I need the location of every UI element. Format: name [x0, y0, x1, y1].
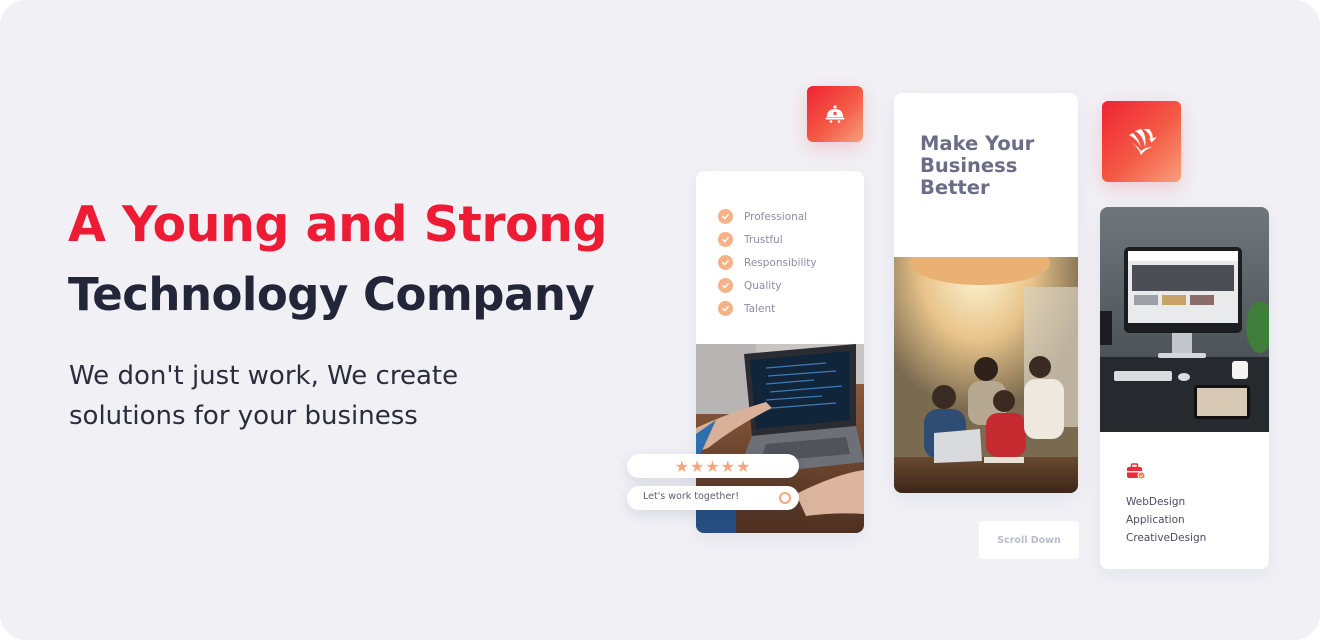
feature-item: Professional: [718, 205, 817, 228]
service-item: CreativeDesign: [1126, 532, 1207, 544]
service-bell-tile: [807, 86, 863, 142]
check-circle-icon: [718, 278, 733, 293]
features-list: Professional Trustful Responsibility Qua…: [718, 205, 817, 320]
ring-icon: [779, 492, 791, 504]
headline-primary: A Young and Strong: [68, 196, 608, 253]
work-together-button[interactable]: Let's work together!: [627, 486, 799, 510]
feature-item: Quality: [718, 274, 817, 297]
check-circle-icon: [718, 301, 733, 316]
feature-label: Responsibility: [744, 256, 817, 269]
briefcase-icon: [1127, 463, 1146, 480]
feature-label: Trustful: [744, 233, 783, 246]
scroll-down-button[interactable]: Scroll Down: [979, 521, 1079, 559]
check-circle-icon: [718, 209, 733, 224]
feature-item: Talent: [718, 297, 817, 320]
rating-stars: ★★★★★: [627, 454, 799, 478]
check-circle-icon: [718, 255, 733, 270]
feature-label: Talent: [744, 302, 776, 315]
service-bell-icon: [825, 105, 845, 123]
check-circle-icon: [718, 232, 733, 247]
star-icons: ★★★★★: [674, 456, 752, 476]
service-item: Application: [1126, 514, 1185, 526]
desktop-setup-photo: [1100, 207, 1269, 432]
team-meeting-photo: [894, 257, 1078, 493]
business-card-title: Make Your Business Better: [920, 132, 1035, 199]
feature-label: Quality: [744, 279, 782, 292]
services-card: WebDesign Application CreativeDesign: [1100, 207, 1269, 569]
cta-label: Let's work together!: [643, 491, 740, 502]
features-card: Professional Trustful Responsibility Qua…: [696, 171, 864, 533]
feature-item: Responsibility: [718, 251, 817, 274]
feature-label: Professional: [744, 210, 808, 223]
service-item: WebDesign: [1126, 496, 1186, 508]
business-card: Make Your Business Better: [894, 93, 1078, 493]
feature-item: Trustful: [718, 228, 817, 251]
hero-tagline: We don't just work, We create solutions …: [69, 361, 459, 431]
logo-tile: [1102, 101, 1181, 182]
hero-section: A Young and Strong Technology Company We…: [0, 0, 1320, 640]
phoenix-logo-icon: [1128, 128, 1157, 155]
services-list: WebDesign Application CreativeDesign: [1126, 493, 1206, 547]
headline-secondary: Technology Company: [68, 268, 595, 321]
